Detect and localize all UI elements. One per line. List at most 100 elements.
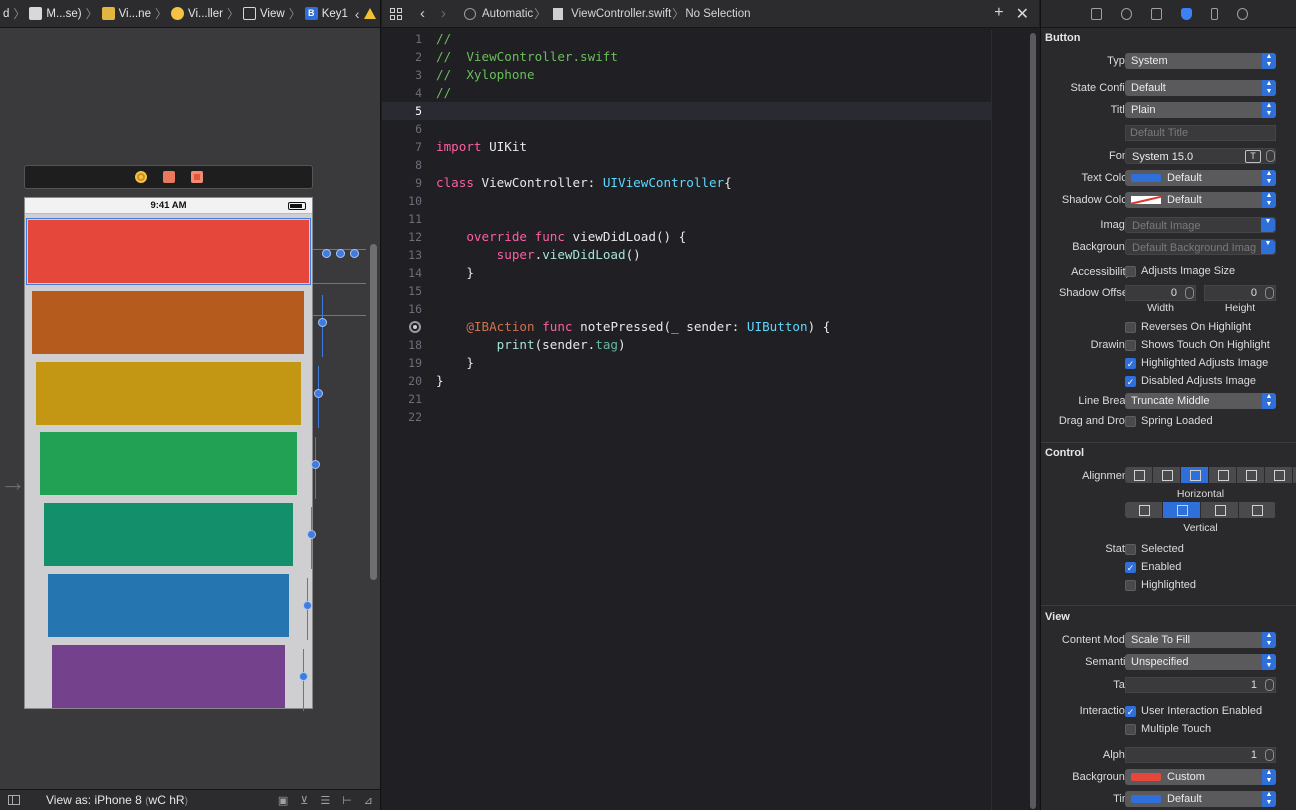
align-vertical-fill-icon[interactable] <box>1239 502 1276 518</box>
code-line[interactable]: 7 import UIKit <box>382 138 992 156</box>
line-break-popup[interactable]: Truncate Middle ▲ ▼ <box>1125 393 1276 409</box>
vertical-alignment-control[interactable] <box>1125 502 1276 518</box>
content-mode-popup[interactable]: Scale To Fill ▲ ▼ <box>1125 632 1276 648</box>
exit-icon[interactable] <box>190 171 203 183</box>
stepper-icon[interactable] <box>1265 749 1274 761</box>
align-right-icon[interactable] <box>1237 467 1265 483</box>
first-responder-icon[interactable] <box>162 171 175 183</box>
connections-inspector-icon[interactable] <box>1236 7 1248 20</box>
shadow-color-popup[interactable]: Default ▲ ▼ <box>1125 192 1276 208</box>
align-icon[interactable]: ☰ <box>320 794 330 807</box>
view-background-popup[interactable]: Custom ▲ ▼ <box>1125 769 1276 785</box>
code-line[interactable]: 6 <box>382 120 992 138</box>
tint-popup[interactable]: Default ▲ ▼ <box>1125 791 1276 807</box>
code-line[interactable]: 18 print(sender.tag) <box>382 336 992 354</box>
size-inspector-icon[interactable] <box>1210 7 1218 20</box>
code-line[interactable]: 22 <box>382 408 992 426</box>
view-as-device-button[interactable]: View as: iPhone 8 (wC hR) <box>46 793 188 807</box>
code-line[interactable]: 8 <box>382 156 992 174</box>
editor-selection[interactable]: No Selection <box>685 8 750 20</box>
code-line[interactable]: 2 // ViewController.swift <box>382 48 992 66</box>
font-size-stepper[interactable] <box>1266 150 1275 162</box>
xylophone-key-2[interactable] <box>32 291 304 354</box>
text-color-popup[interactable]: Default ▲ ▼ <box>1125 170 1276 186</box>
code-line[interactable]: 19 } <box>382 354 992 372</box>
stepper-icon[interactable] <box>1265 679 1274 691</box>
quick-help-icon[interactable] <box>1120 7 1132 20</box>
code-area[interactable]: 1 // 2 // ViewController.swift 3 // Xylophone… <box>382 30 992 810</box>
xylophone-key-5[interactable] <box>44 503 293 566</box>
storyboard-canvas[interactable]: → 9:41 AM <box>0 29 380 810</box>
font-picker-icon[interactable]: T <box>1245 150 1261 163</box>
multiple-touch-checkbox[interactable]: Multiple Touch <box>1125 723 1211 735</box>
align-trailing-icon[interactable] <box>1265 467 1293 483</box>
back-arrow-icon[interactable]: ‹ <box>412 5 433 22</box>
embed-in-icon[interactable]: ⊻ <box>300 794 308 807</box>
highlighted-checkbox[interactable]: Highlighted <box>1125 579 1196 591</box>
xylophone-key-7[interactable] <box>52 645 285 708</box>
enabled-checkbox[interactable]: ✓ Enabled <box>1125 561 1181 573</box>
assistant-mode-label[interactable]: Automatic <box>482 8 533 20</box>
code-line[interactable]: 15 <box>382 282 992 300</box>
shadow-offset-height-field[interactable]: 0 <box>1204 285 1276 301</box>
xylophone-key-3[interactable] <box>36 362 301 425</box>
crumb-view[interactable]: View <box>240 7 288 20</box>
adjusts-image-size-checkbox[interactable]: Adjusts Image Size <box>1125 265 1235 277</box>
document-outline-toggle-icon[interactable] <box>8 795 20 805</box>
code-line[interactable]: 10 <box>382 192 992 210</box>
forward-arrow-icon[interactable]: › <box>433 5 454 22</box>
scene-dock[interactable] <box>24 165 313 189</box>
crumb-scene[interactable]: Vi...ne <box>99 7 154 20</box>
add-constraints-icon[interactable]: ⊢ <box>342 794 352 807</box>
alpha-field[interactable]: 1 <box>1125 747 1276 763</box>
vertical-scrollbar[interactable] <box>370 244 377 580</box>
highlighted-adjusts-image-checkbox[interactable]: ✓ Highlighted Adjusts Image <box>1125 357 1268 369</box>
shadow-offset-width-field[interactable]: 0 <box>1125 285 1196 301</box>
align-center-icon[interactable] <box>1153 467 1181 483</box>
update-frames-icon[interactable]: ▣ <box>278 794 288 807</box>
code-line[interactable]: @IBAction func notePressed(_ sender: UIB… <box>382 318 992 336</box>
align-left-icon[interactable] <box>1125 467 1153 483</box>
crumb-view-controller[interactable]: Vi...ller <box>168 7 226 20</box>
stepper-icon[interactable] <box>1185 287 1194 299</box>
code-line[interactable]: 21 <box>382 390 992 408</box>
chevron-right-icon[interactable]: › <box>376 6 381 22</box>
code-line[interactable]: 12 override func viewDidLoad() { <box>382 228 992 246</box>
assistant-mode-icon[interactable] <box>464 7 476 20</box>
image-combo[interactable]: Default Image ▼ <box>1125 217 1276 233</box>
title-text-field[interactable]: Default Title <box>1125 125 1276 141</box>
title-style-popup[interactable]: Plain ▲ ▼ <box>1125 102 1276 118</box>
disabled-adjusts-image-checkbox[interactable]: ✓ Disabled Adjusts Image <box>1125 375 1256 387</box>
code-line[interactable]: 3 // Xylophone <box>382 66 992 84</box>
crumb-project[interactable]: d <box>0 8 12 20</box>
ibaction-connection-icon[interactable] <box>409 321 421 333</box>
chevron-left-icon[interactable]: ‹ <box>351 6 364 22</box>
crumb-button[interactable]: B Key1 <box>302 7 351 20</box>
align-middle-icon[interactable] <box>1163 502 1201 518</box>
align-fill-icon[interactable] <box>1181 467 1209 483</box>
align-top-icon[interactable] <box>1125 502 1163 518</box>
xylophone-key-4[interactable] <box>40 432 297 495</box>
editor-scrollbar[interactable] <box>1030 33 1036 809</box>
code-line[interactable]: 1 // <box>382 30 992 48</box>
reverses-on-highlight-checkbox[interactable]: Reverses On Highlight <box>1125 321 1251 333</box>
editor-file-name[interactable]: ViewController.swift <box>571 8 671 20</box>
code-line[interactable]: 5 <box>382 102 992 120</box>
xylophone-key-6[interactable] <box>48 574 289 637</box>
tag-field[interactable]: 1 <box>1125 677 1276 693</box>
type-popup[interactable]: System ▲ ▼ <box>1125 53 1276 69</box>
code-line[interactable]: 9 class ViewController: UIViewController{ <box>382 174 992 192</box>
code-line[interactable]: 11 <box>382 210 992 228</box>
user-interaction-checkbox[interactable]: ✓ User Interaction Enabled <box>1125 705 1262 717</box>
align-bottom-icon[interactable] <box>1201 502 1239 518</box>
code-line[interactable]: 14 } <box>382 264 992 282</box>
code-line[interactable]: 16 <box>382 300 992 318</box>
resolve-issues-icon[interactable]: ⊿ <box>364 794 373 807</box>
font-field[interactable]: System 15.0 T <box>1125 148 1276 164</box>
iphone-scene[interactable]: 9:41 AM <box>24 197 313 709</box>
crumb-file[interactable]: M...se) <box>26 7 84 20</box>
state-config-popup[interactable]: Default ▲ ▼ <box>1125 80 1276 96</box>
close-editor-icon[interactable]: ✕ <box>1016 4 1029 24</box>
warning-icon[interactable] <box>363 8 376 19</box>
related-items-grid-icon[interactable] <box>390 7 402 20</box>
